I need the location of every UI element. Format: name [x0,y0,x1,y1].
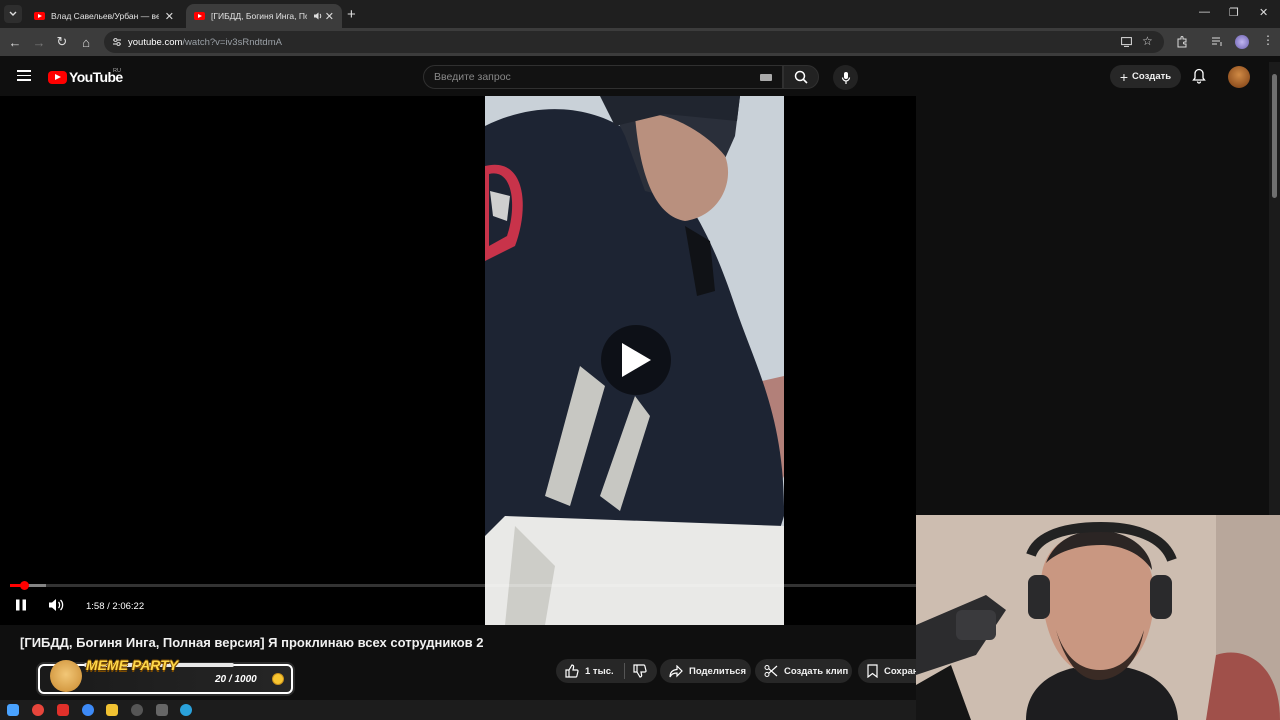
thumb-up-icon [565,664,579,678]
coin-icon [272,673,284,685]
plus-icon: + [1119,68,1129,85]
search-button[interactable] [783,65,819,89]
webcam-overlay [916,515,1280,720]
browser-tab-strip: Влад Савельев/Урбан — весь ✕ [ГИБДД, Бог… [0,0,1280,28]
url-path: /watch?v=iv3sRndtdmA [182,36,282,48]
new-tab-plus-icon[interactable]: + [347,6,356,23]
doge-icon [50,660,82,692]
like-dislike-group: 1 тыс. [556,659,657,683]
avatar[interactable] [1228,66,1250,88]
tab-title: Влад Савельев/Урбан — весь [51,11,159,21]
address-bar[interactable]: youtube.com/watch?v=iv3sRndtdmA ☆ [104,31,1164,53]
telegram-icon[interactable] [180,704,192,716]
menu-icon[interactable] [17,70,31,81]
youtube-logo[interactable]: YouTube RU [48,68,123,85]
site-info-icon[interactable] [112,37,122,47]
start-icon[interactable] [7,704,19,716]
chrome-icon[interactable] [82,704,94,716]
progress-scrubber[interactable] [19,581,29,590]
share-icon [669,664,683,677]
share-button[interactable]: Поделиться [660,659,751,683]
search-input[interactable]: Введите запрос [423,65,783,89]
volume-icon[interactable] [48,598,64,612]
close-window-icon[interactable]: ✕ [1259,6,1268,19]
bookmark-icon-wrap [867,664,878,678]
like-divider [623,663,625,679]
yandex-icon[interactable] [57,704,69,716]
folder-icon[interactable] [106,704,118,716]
save-label: Сохран [884,665,919,677]
create-button[interactable]: + Создать [1110,65,1181,88]
minimize-icon[interactable]: — [1199,6,1210,18]
video-player[interactable]: 1:58 / 2:06:22 [0,96,916,625]
voice-search-button[interactable] [833,65,858,90]
browser-tab[interactable]: Влад Савельев/Урбан — весь ✕ [26,4,182,28]
install-icon[interactable] [1121,37,1132,47]
meme-party-count: 20 / 1000 [215,674,257,685]
bookmark-icon [867,664,878,678]
os-taskbar [0,700,916,720]
pause-icon[interactable] [15,599,27,611]
youtube-favicon [194,12,205,20]
create-label: Создать [1132,71,1172,82]
search-icon [794,70,808,84]
thumb-down-icon[interactable] [633,664,647,678]
clip-button[interactable]: Создать клип [755,659,852,683]
media-icon[interactable] [1211,37,1223,47]
tab-search-button[interactable] [4,5,22,23]
scissors-icon [764,665,778,677]
region-code: RU [113,68,121,74]
kebab-icon[interactable]: ⋮ [1262,33,1274,47]
scissors-icon-wrap [764,664,778,678]
meme-party-overlay: MEME PARTY 20 / 1000 [38,657,293,694]
clock-icon[interactable] [131,704,143,716]
mic-icon [841,71,850,84]
browser-toolbar: ← → ↻ ⌂ youtube.com/watch?v=iv3sRndtdmA … [0,28,1280,56]
speaker-icon[interactable] [313,11,323,21]
yandex-browser-icon[interactable] [32,704,44,716]
home-icon[interactable]: ⌂ [78,34,94,50]
meme-party-title: MEME PARTY [86,657,179,673]
play-icon [622,343,651,377]
close-icon[interactable]: ✕ [165,10,174,23]
star-icon[interactable]: ☆ [1142,34,1153,48]
clip-label: Создать клип [784,665,849,677]
share-icon-wrap [669,664,683,678]
progress-bar[interactable] [10,581,916,590]
keyboard-icon[interactable] [760,74,772,81]
url-text: youtube.com/watch?v=iv3sRndtdmA [128,37,282,48]
back-icon[interactable]: ← [7,34,23,50]
youtube-favicon [34,12,45,20]
search-placeholder: Введите запрос [434,71,511,83]
forward-icon[interactable]: → [31,34,47,50]
video-title: [ГИБДД, Богиня Инга, Полная версия] Я пр… [20,635,484,650]
youtube-play-logo-icon [48,70,67,84]
restore-icon[interactable]: ❐ [1229,6,1239,19]
scrollbar-thumb[interactable] [1272,74,1277,198]
url-host: youtube.com [128,36,183,48]
profile-icon[interactable] [1235,35,1249,49]
extensions-icon[interactable] [1176,36,1188,48]
settings-icon[interactable] [156,704,168,716]
time-display: 1:58 / 2:06:22 [86,601,145,612]
share-label: Поделиться [689,665,747,677]
browser-tab-active[interactable]: [ГИБДД, Богиня Инга, Пол ✕ [186,4,342,28]
webcam-image [916,515,1280,720]
play-button-overlay[interactable] [601,325,671,395]
youtube-masthead: YouTube RU Введите запрос + Создать [0,56,1280,96]
like-count[interactable]: 1 тыс. [585,666,614,677]
reload-icon[interactable]: ↻ [54,34,70,50]
chevron-down-icon [9,11,17,16]
close-icon[interactable]: ✕ [325,10,334,23]
tab-title: [ГИБДД, Богиня Инга, Пол [211,11,307,21]
bell-icon[interactable] [1192,68,1206,84]
like-button[interactable] [565,664,579,678]
